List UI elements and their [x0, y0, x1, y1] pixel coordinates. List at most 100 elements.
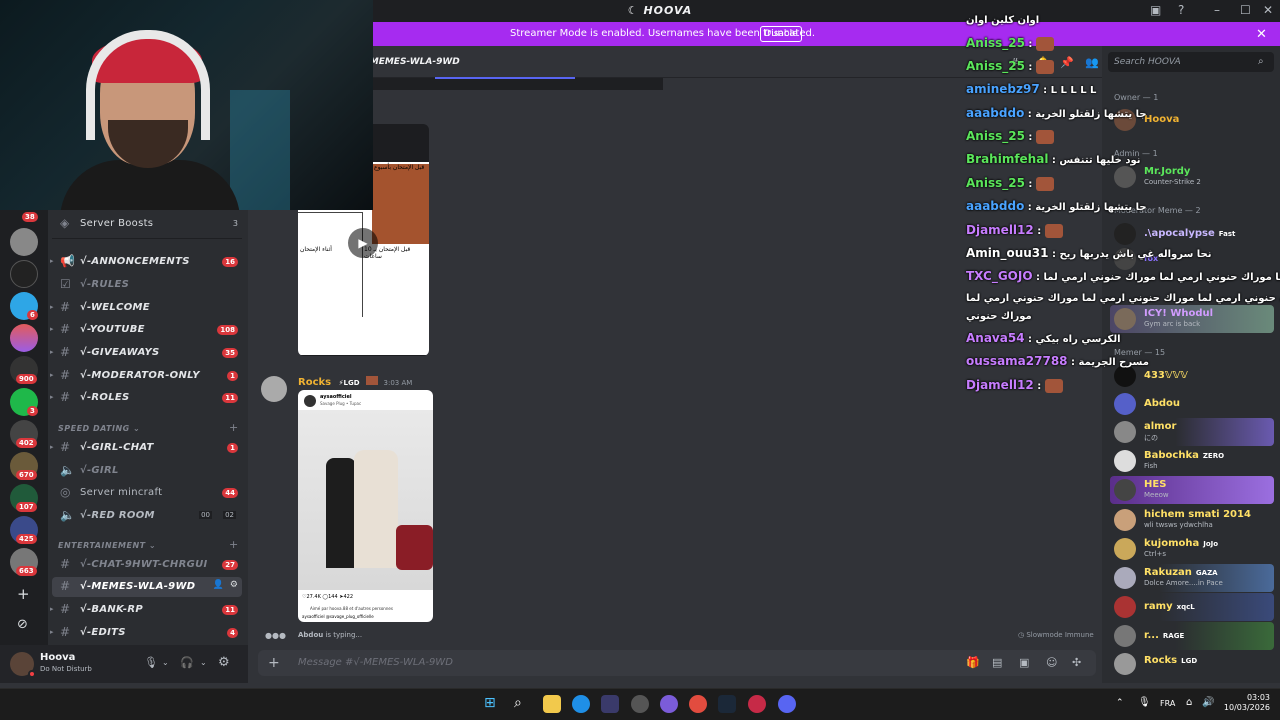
create-channel-icon[interactable]: + [229, 538, 238, 551]
user-status: Do Not Disturb [40, 665, 92, 673]
channel-welcome[interactable]: ▸ # √-WELCOME [50, 298, 242, 318]
gift-icon[interactable]: 🎁 [966, 656, 980, 669]
discord-icon[interactable] [778, 695, 796, 713]
search-icon[interactable]: ⌕ [514, 695, 532, 713]
member-r[interactable]: r... RAGE [1110, 622, 1274, 650]
server-icon[interactable] [10, 324, 38, 352]
overlay-chat-line: Aniss_25 : [966, 59, 1054, 74]
play-icon[interactable]: ▶ [348, 228, 378, 258]
overlay-chat-line: موراك حنوني [966, 308, 1032, 322]
category-entertainement[interactable]: ENTERTAINEMENT ⌄ [58, 541, 156, 550]
sticker-icon[interactable]: ▣ [1019, 656, 1029, 669]
minimize-icon[interactable]: – [1214, 3, 1220, 17]
server-icon[interactable] [10, 260, 38, 288]
role-header-owner: Owner — 1 [1114, 93, 1159, 102]
headphones-icon[interactable]: 🎧 [180, 656, 194, 669]
rules-icon: ☑ [60, 277, 71, 291]
member-hichem-smati[interactable]: hichem smati 2014 wli twsws ydwchlha [1110, 506, 1274, 534]
tray-chevron-icon[interactable]: ⌃ [1116, 698, 1124, 708]
member-apocalypse[interactable]: .\apocalypse Fast [1110, 220, 1274, 248]
unread-badge: 3 [27, 406, 38, 416]
overlay-username: aminebz97 [966, 82, 1040, 96]
message-input[interactable]: Message #√-MEMES-WLA-9WD [298, 657, 453, 668]
add-server-icon[interactable]: + [17, 585, 30, 603]
member-kujomoha[interactable]: kujomoha JoJo Ctrl+s [1110, 535, 1274, 563]
invite-icon[interactable]: 👤 [213, 580, 224, 590]
edge-icon[interactable] [572, 695, 590, 713]
microphone-icon[interactable]: 🎙 [1138, 697, 1151, 708]
inbox-icon[interactable]: ▣ [1150, 3, 1161, 17]
maximize-icon[interactable]: ☐ [1240, 3, 1251, 17]
obs-icon[interactable] [631, 695, 649, 713]
channel-memes-wla-9wd[interactable]: # √-MEMES-WLA-9WD 👤 ⚙ [52, 577, 242, 597]
gear-icon[interactable]: ⚙ [230, 580, 238, 590]
divider [52, 238, 242, 239]
member-rocks[interactable]: Rocks LGD [1110, 650, 1274, 678]
close-banner-icon[interactable]: ✕ [1256, 27, 1267, 42]
discover-icon[interactable]: ⊘ [17, 617, 28, 632]
volume-icon[interactable]: 🔊 [1202, 697, 1214, 708]
store-icon[interactable] [601, 695, 619, 713]
channel-edits[interactable]: ▸ # √-EDITS 4 [50, 623, 242, 643]
chevron-down-icon[interactable]: ⌄ [162, 658, 169, 667]
member-rakuzan[interactable]: Rakuzan GAZA Dolce Amore....in Pace [1110, 564, 1274, 592]
avatar [1114, 308, 1136, 330]
member-almor[interactable]: almor にの [1110, 418, 1274, 446]
instagram-embed[interactable]: aysaofficiel Savage Plug • Tupac ♡27.4K … [298, 390, 433, 622]
voice-channel-red-room[interactable]: 🔈 √-RED ROOM 00 02 [52, 506, 242, 526]
user-settings-gear-icon[interactable]: ⚙ [218, 655, 230, 670]
category-speed-dating[interactable]: SPEED DATING ⌄ [58, 424, 140, 433]
overlay-chat-line: موراك حنوني ارمي لما موراك حنوني ارمي لم… [966, 290, 1280, 304]
windows-start-icon[interactable]: ⊞ [484, 695, 502, 713]
member-icy-whodul[interactable]: ICY! Whodul Gym arc is back [1110, 305, 1274, 333]
pin-icon[interactable]: 📌 [1060, 56, 1074, 69]
role-emote [366, 376, 379, 385]
server-boosts[interactable]: ◈ Server Boosts 3 [52, 214, 242, 234]
channel-giveaways[interactable]: ▸ # √-GIVEAWAYS 35 [50, 343, 242, 363]
channel-youtube[interactable]: ▸ # √-YOUTUBE 108 [50, 320, 242, 340]
help-icon[interactable]: ? [1178, 3, 1184, 17]
member-abdou[interactable]: Abdou [1110, 390, 1274, 418]
emoji-icon[interactable]: ☺ [1046, 656, 1057, 669]
language-indicator[interactable]: FRA [1160, 699, 1175, 708]
channel-moderator-only[interactable]: ▸ # √-MODERATOR-ONLY 1 [50, 366, 242, 386]
gif-icon[interactable]: ▤ [992, 656, 1002, 669]
overlay-chat-line: Aniss_25 : [966, 36, 1054, 51]
search-icon[interactable]: ⌕ [1258, 56, 1264, 67]
disable-streamer-button[interactable]: Disable [760, 26, 802, 42]
username[interactable]: Hoova [40, 652, 75, 663]
microphone-icon[interactable]: 🎙 [144, 656, 158, 669]
voice-channel-girl[interactable]: 🔈 √-GIRL [52, 461, 242, 481]
media-player-icon[interactable] [748, 695, 766, 713]
file-explorer-icon[interactable] [543, 695, 561, 713]
channel-roles[interactable]: ▸ # √-ROLES 11 [50, 388, 242, 408]
member-mr-jordy[interactable]: Mr.Jordy Counter-Strike 2 [1110, 163, 1274, 191]
taskbar-clock[interactable]: 03:03 10/03/2026 [1222, 693, 1270, 713]
member-babochka[interactable]: Babochka ZERO Fish [1110, 447, 1274, 475]
channel-girl-chat[interactable]: ▸ # √-GIRL-CHAT 1 [50, 438, 242, 458]
network-icon[interactable]: ⌂ [1186, 697, 1192, 708]
add-attachment-icon[interactable]: + [268, 655, 280, 671]
close-window-icon[interactable]: ✕ [1263, 3, 1273, 17]
chevron-down-icon[interactable]: ⌄ [200, 658, 207, 667]
channel-server-mincraft[interactable]: ◎ Server mincraft 44 [52, 483, 242, 503]
member-hes[interactable]: HES Meeow [1110, 476, 1274, 504]
twitch-icon[interactable] [660, 695, 678, 713]
member-ramy[interactable]: ramy xqcL [1110, 593, 1274, 621]
apps-icon[interactable]: ✣ [1072, 656, 1081, 669]
server-icon[interactable] [10, 228, 38, 256]
member-list-icon[interactable]: 👥 [1085, 56, 1099, 69]
avatar [1114, 223, 1136, 245]
overlay-chat-line: Djamell12 : [966, 378, 1063, 393]
channel-announcements[interactable]: ▸ 📢 √-ANNONCEMENTS 16 [50, 252, 242, 272]
message-author[interactable]: Rocks ⚡LGD 3:03 AM [298, 376, 412, 388]
headphones [86, 30, 210, 140]
avatar[interactable] [261, 376, 287, 402]
channel-chat-9hwt-chrgui[interactable]: # √-CHAT-9HWT-CHRGUI 27 [52, 555, 242, 575]
channel-bank-rp[interactable]: ▸ # √-BANK-RP 11 [50, 600, 242, 620]
ig-avatar [304, 395, 316, 407]
channel-rules[interactable]: ☑ √-RULES [52, 275, 242, 295]
steam-icon[interactable] [718, 695, 736, 713]
chrome-icon[interactable] [689, 695, 707, 713]
create-channel-icon[interactable]: + [229, 421, 238, 434]
